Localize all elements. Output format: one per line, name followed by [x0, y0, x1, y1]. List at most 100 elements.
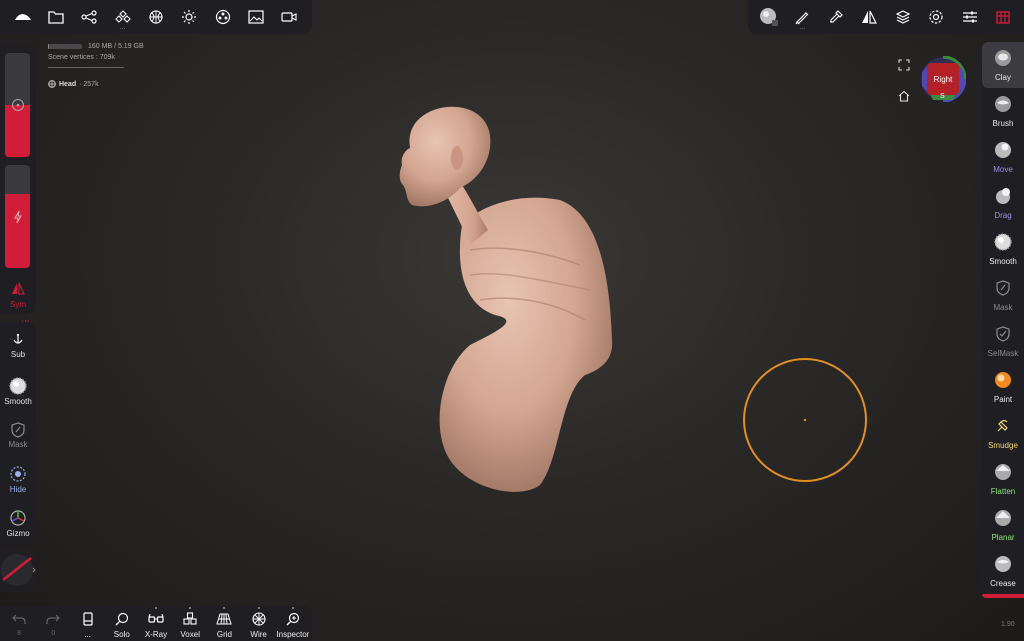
brush-sphere-icon[interactable] — [754, 2, 784, 32]
top-right-toolbar: ... — [748, 0, 1024, 34]
picker-icon[interactable] — [821, 2, 851, 32]
planar-label: Planar — [991, 533, 1015, 542]
sub-button[interactable]: Sub — [0, 330, 36, 359]
sliders-icon[interactable] — [955, 2, 985, 32]
primitives-icon[interactable]: ... — [108, 2, 138, 32]
fullscreen-icon[interactable] — [897, 58, 911, 72]
clay-tool[interactable]: Clay — [982, 42, 1024, 88]
mesh-name: Head — [59, 80, 77, 88]
brush-tool[interactable]: Brush — [982, 88, 1024, 134]
undo-button[interactable]: 8 — [2, 608, 36, 639]
mask-label: Mask — [8, 440, 28, 449]
tools-scroll-indicator — [982, 594, 1024, 598]
image-icon[interactable] — [241, 2, 271, 32]
grid-button[interactable]: Grid — [207, 607, 241, 639]
wire-icon — [242, 610, 276, 628]
smooth-tool[interactable]: Smooth — [982, 226, 1024, 272]
redo-button[interactable]: 0 — [36, 608, 70, 639]
paint-label: Paint — [993, 395, 1013, 404]
inspector-icon — [276, 610, 310, 628]
search-icon — [105, 610, 139, 628]
settings-icon[interactable] — [921, 2, 951, 32]
paint-tool[interactable]: Paint — [982, 364, 1024, 410]
move-icon — [982, 138, 1024, 162]
mask-tool-icon — [982, 276, 1024, 300]
home-icon[interactable] — [897, 89, 911, 103]
video-icon[interactable] — [274, 2, 304, 32]
bottom-toolbar: 8 0 ... Solo X-Ray Voxel Grid Wire Inspe… — [0, 606, 312, 641]
wire-label: Wire — [250, 630, 267, 639]
flatten-icon — [982, 460, 1024, 484]
smooth-icon — [982, 230, 1024, 254]
drag-tool[interactable]: Drag — [982, 180, 1024, 226]
xray-button[interactable]: X-Ray — [139, 607, 173, 639]
logo-icon[interactable] — [8, 2, 38, 32]
layers-icon[interactable] — [888, 2, 918, 32]
drag-label: Drag — [994, 211, 1012, 220]
xray-label: X-Ray — [144, 630, 168, 639]
symmetry-toggle-icon[interactable] — [10, 281, 26, 295]
move-label: Move — [993, 165, 1013, 174]
light-icon[interactable] — [174, 2, 204, 32]
sub-label: Sub — [10, 350, 26, 359]
scene-graph-icon[interactable] — [74, 2, 104, 32]
solo-button[interactable]: Solo — [105, 608, 139, 639]
hide-button[interactable]: Hide — [0, 464, 36, 494]
wire-button[interactable]: Wire — [242, 607, 276, 639]
crease-label: Crease — [990, 579, 1016, 588]
scene-vertices: Scene vertices : 709k — [48, 54, 115, 61]
document-button[interactable]: ... — [70, 608, 104, 639]
smooth-button[interactable]: Smooth — [0, 376, 36, 406]
brush-label: Brush — [992, 119, 1014, 128]
sculpt-model[interactable] — [0, 0, 1024, 641]
mesh-count: · 257k — [79, 80, 99, 88]
mask-tool[interactable]: Mask — [982, 272, 1024, 318]
smudge-tool[interactable]: Smudge — [982, 410, 1024, 456]
intensity-icon — [13, 210, 22, 224]
stroke-icon[interactable]: ... — [787, 2, 817, 32]
glasses-icon — [139, 610, 173, 628]
view-cube-face[interactable]: Right — [927, 63, 959, 95]
selmask-tool[interactable]: SelMask — [982, 318, 1024, 364]
memory-text: 160 MB / 5.19 GB — [88, 43, 144, 50]
redo-count: 0 — [51, 630, 56, 637]
clay-label: Clay — [994, 73, 1011, 82]
inspector-label: Inspector — [276, 630, 310, 639]
scene-info: 160 MB / 5.19 GB Scene vertices : 709k H… — [48, 43, 144, 88]
mask-button[interactable]: Mask — [0, 420, 36, 449]
view-cube[interactable]: Right S — [920, 56, 966, 102]
move-tool[interactable]: Move — [982, 134, 1024, 180]
memory-bar — [48, 44, 82, 49]
hide-label: Hide — [9, 485, 27, 494]
flatten-tool[interactable]: Flatten — [982, 456, 1024, 502]
folder-icon[interactable] — [41, 2, 71, 32]
material-icon[interactable] — [208, 2, 238, 32]
mask-icon — [0, 420, 36, 440]
document-icon — [70, 610, 104, 628]
gizmo-button[interactable]: Gizmo — [0, 508, 36, 538]
flatten-label: Flatten — [990, 487, 1016, 496]
version-label: 1.90 — [1001, 621, 1015, 628]
grid-icon — [207, 610, 241, 628]
active-mesh[interactable]: Head · 257k — [48, 80, 144, 88]
crease-tool[interactable]: Crease — [982, 548, 1024, 594]
sym-label[interactable]: Sym — [0, 300, 36, 309]
crease-icon — [982, 552, 1024, 576]
voxel-button[interactable]: Voxel — [173, 607, 207, 639]
smudge-label: Smudge — [988, 441, 1018, 450]
radius-slider[interactable] — [5, 53, 30, 157]
intensity-slider[interactable] — [5, 165, 30, 268]
planar-tool[interactable]: Planar — [982, 502, 1024, 548]
planar-icon — [982, 506, 1024, 530]
smudge-icon — [982, 414, 1024, 438]
solo-label: Solo — [113, 630, 130, 639]
voxel-icon — [173, 610, 207, 628]
color-swatch[interactable] — [0, 548, 36, 592]
selmask-icon — [982, 322, 1024, 346]
mask-tool-label: Mask — [993, 303, 1013, 312]
topology-icon[interactable] — [141, 2, 171, 32]
symmetry-icon[interactable] — [854, 2, 884, 32]
bookmark-icon[interactable] — [988, 2, 1018, 32]
redo-icon — [36, 610, 70, 628]
inspector-button[interactable]: Inspector — [276, 607, 310, 639]
